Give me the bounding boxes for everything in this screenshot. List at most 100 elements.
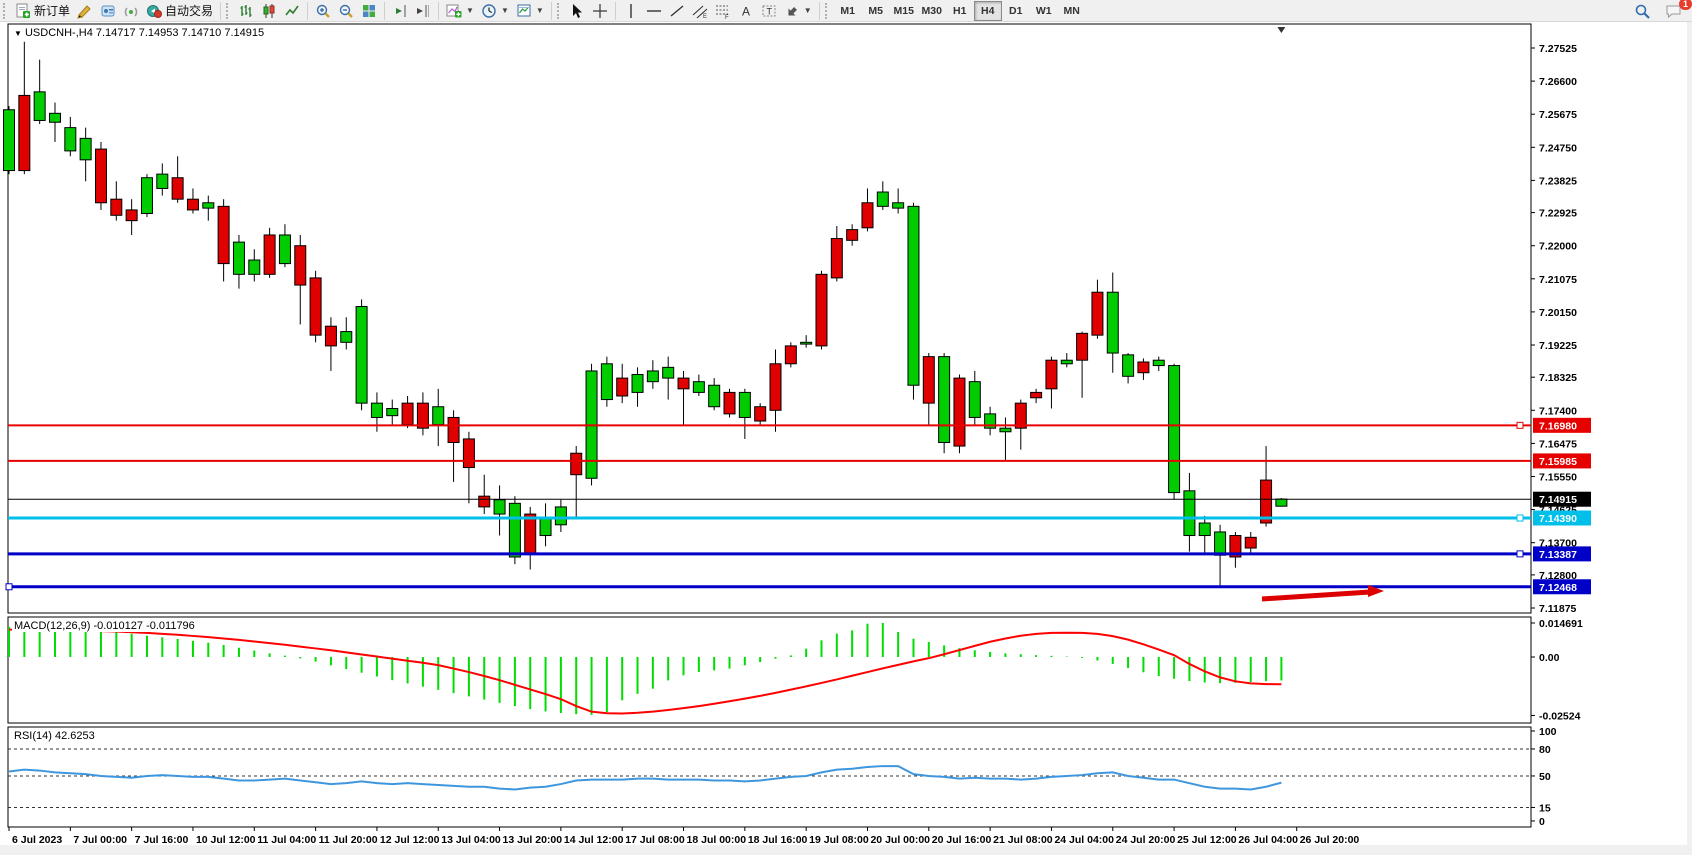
toolbar-grip [557, 3, 562, 19]
templates-icon [516, 3, 532, 19]
candles-chart-button[interactable] [258, 1, 280, 21]
zoom-in-button[interactable] [312, 1, 334, 21]
svg-text:7.14390: 7.14390 [1539, 513, 1577, 525]
timeframe-m1-button[interactable]: M1 [834, 1, 862, 21]
autotrading-label: 自动交易 [165, 2, 213, 19]
svg-text:100: 100 [1539, 726, 1557, 738]
vertical-line-button[interactable] [620, 1, 642, 21]
new-order-label: 新订单 [34, 2, 70, 19]
text-icon: A [738, 3, 754, 19]
notification-badge: 1 [1679, 0, 1692, 10]
svg-text:T: T [766, 6, 772, 16]
editor-button[interactable] [74, 1, 96, 21]
timeframe-w1-button[interactable]: W1 [1030, 1, 1058, 21]
indicators-icon [446, 3, 462, 19]
trendline-button[interactable] [666, 1, 688, 21]
toolbar-grip [825, 3, 830, 19]
svg-text:0.014691: 0.014691 [1539, 618, 1583, 630]
svg-text:7.11875: 7.11875 [1539, 603, 1577, 615]
svg-text:F: F [725, 15, 729, 19]
timeframe-m5-button[interactable]: M5 [862, 1, 890, 21]
tile-windows-button[interactable] [358, 1, 380, 21]
timeframe-d1-button[interactable]: D1 [1002, 1, 1030, 21]
periods-button[interactable]: ▼ [478, 1, 512, 21]
chart-shift-button[interactable] [412, 1, 434, 21]
svg-text:A: A [742, 4, 750, 18]
svg-text:0: 0 [1539, 816, 1545, 828]
svg-text:7.23825: 7.23825 [1539, 175, 1577, 187]
svg-text:7.26600: 7.26600 [1539, 76, 1577, 88]
svg-text:7.25675: 7.25675 [1539, 109, 1577, 121]
trendline-icon [669, 3, 685, 19]
chart-window: 7.275257.266007.256757.247507.238257.229… [0, 22, 1692, 850]
arrows-button[interactable]: ▼ [781, 1, 815, 21]
bars-chart-icon [238, 3, 254, 19]
timeframe-m15-button[interactable]: M15 [890, 1, 918, 21]
profile-button[interactable] [97, 1, 119, 21]
timeframe-m30-button[interactable]: M30 [918, 1, 946, 21]
horizontal-line-button[interactable] [643, 1, 665, 21]
caret-down-icon: ▼ [501, 6, 509, 15]
caret-down-icon: ▼ [466, 6, 474, 15]
new-order-icon [15, 3, 31, 19]
autotrading-icon [146, 3, 162, 19]
main-toolbar: 新订单 自动交易 [0, 0, 1692, 22]
svg-text:7.17400: 7.17400 [1539, 405, 1577, 417]
caret-down-icon: ▼ [536, 6, 544, 15]
fibonacci-button[interactable]: F [712, 1, 734, 21]
auto-scroll-icon [392, 3, 408, 19]
line-chart-button[interactable] [281, 1, 303, 21]
signals-button[interactable] [120, 1, 142, 21]
svg-text:7.22000: 7.22000 [1539, 241, 1577, 253]
window-edge-right [1687, 22, 1692, 850]
profile-icon [100, 3, 116, 19]
autotrading-button[interactable]: 自动交易 [143, 1, 216, 21]
line-chart-icon [284, 3, 300, 19]
horizontal-line-icon [646, 3, 662, 19]
zoom-out-button[interactable] [335, 1, 357, 21]
svg-text:7.21075: 7.21075 [1539, 274, 1577, 286]
search-icon [1634, 3, 1651, 20]
svg-text:7.15985: 7.15985 [1539, 456, 1577, 468]
timeframe-h1-button[interactable]: H1 [946, 1, 974, 21]
vertical-line-icon [623, 3, 639, 19]
text-button[interactable]: A [735, 1, 757, 21]
templates-button[interactable]: ▼ [513, 1, 547, 21]
svg-text:7.19225: 7.19225 [1539, 340, 1577, 352]
chart-shift-icon [415, 3, 431, 19]
channel-icon: E [692, 3, 708, 19]
macd-indicator-title: MACD(12,26,9) -0.010127 -0.011796 [12, 620, 197, 632]
notifications-button[interactable]: 1 [1662, 1, 1686, 21]
zoom-out-icon [338, 3, 354, 19]
fibonacci-icon: F [715, 3, 731, 19]
svg-text:7.22925: 7.22925 [1539, 208, 1577, 220]
timeframe-h4-button[interactable]: H4 [974, 1, 1002, 21]
label-button[interactable]: T [758, 1, 780, 21]
chart-canvas[interactable]: 7.275257.266007.256757.247507.238257.229… [0, 22, 1692, 850]
svg-text:15: 15 [1539, 802, 1551, 814]
label-icon: T [761, 3, 777, 19]
oneclick-dropdown-icon[interactable]: ▼ [14, 29, 22, 38]
indicators-button[interactable]: ▼ [443, 1, 477, 21]
svg-text:7.24750: 7.24750 [1539, 142, 1577, 154]
svg-text:-0.02524: -0.02524 [1539, 710, 1581, 722]
bars-chart-button[interactable] [235, 1, 257, 21]
crosshair-button[interactable] [589, 1, 611, 21]
window-edge-bottom [0, 845, 1692, 850]
auto-scroll-button[interactable] [389, 1, 411, 21]
svg-text:80: 80 [1539, 744, 1551, 756]
new-order-button[interactable]: 新订单 [12, 1, 73, 21]
cursor-button[interactable] [566, 1, 588, 21]
clock-icon [481, 3, 497, 19]
symbol-ohlc-text: USDCNH-,H4 7.14717 7.14953 7.14710 7.149… [25, 27, 264, 39]
svg-text:7.20150: 7.20150 [1539, 307, 1577, 319]
channel-button[interactable]: E [689, 1, 711, 21]
timeframe-mn-button[interactable]: MN [1058, 1, 1086, 21]
svg-text:7.16980: 7.16980 [1539, 420, 1577, 432]
toolbar-separator [551, 2, 552, 20]
rsi-indicator-title: RSI(14) 42.6253 [12, 730, 97, 742]
svg-text:7.13387: 7.13387 [1539, 549, 1577, 561]
search-button[interactable] [1631, 1, 1654, 21]
cursor-icon [569, 3, 585, 19]
svg-text:7.14915: 7.14915 [1539, 494, 1577, 506]
